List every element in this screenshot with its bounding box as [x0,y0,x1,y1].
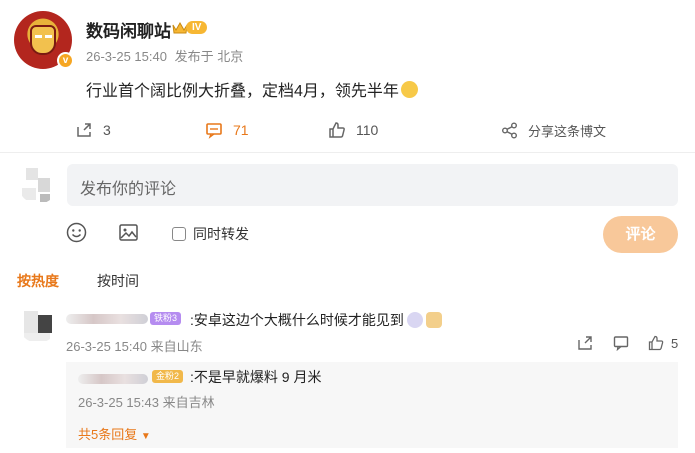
comment-like-icon[interactable] [648,335,664,351]
comment-placeholder: 发布你的评论 [80,181,177,198]
avatar-pixel [22,188,36,200]
repost-icon [77,123,91,137]
comment-timestamp: 26-3-25 15:40 [66,339,147,354]
avatar-pixel [38,315,52,333]
comment-body: :安卓这边个大概什么时候才能见到 [190,310,442,330]
fan-badge-label: 铁粉3 [154,313,178,323]
repost-button[interactable]: 3 [75,121,111,139]
tab-sort-time[interactable]: 按时间 [97,271,139,291]
more-replies-link[interactable]: 共5条回复 ▼ [78,424,151,443]
also-repost-label: 同时转发 [193,226,249,242]
dropdown-arrow-icon: ▼ [140,431,151,442]
replier-name[interactable] [78,374,148,384]
comment-button[interactable]: 71 [205,121,249,139]
also-repost-checkbox[interactable]: 同时转发 [172,224,249,244]
reply-text: :不是早就爆料 9 月米 [190,369,322,385]
fan-badge: 铁粉3 [150,312,182,325]
reply-location: 来自吉林 [162,395,215,410]
share-button[interactable]: 分享这条博文 [501,121,606,140]
submit-comment-button[interactable]: 评论 [603,216,678,253]
mask-eye [35,35,42,38]
commenter-avatar[interactable] [18,303,58,343]
verified-badge: v [57,52,74,69]
post-meta: 26-3-25 15:40 发布于 北京 [86,46,247,65]
post-content: 行业首个阔比例大折叠，定档4月，领先半年 [86,77,418,101]
sticker-dog-icon [425,312,442,328]
like-count: 110 [356,122,379,138]
section-divider [0,152,695,153]
share-label: 分享这条博文 [528,124,607,139]
vip-level: IV [186,21,208,34]
comment-location: 来自山东 [150,339,203,354]
thumbs-up-icon [329,122,345,138]
post-actions: 3 71 110 分享这条博文 [0,118,695,142]
emoji-picker-icon[interactable] [66,222,87,243]
smile-emoji-icon [400,81,418,98]
image-upload-icon[interactable] [118,222,139,243]
mask-eye [45,35,52,38]
avatar-pixel [38,178,50,192]
reply-badge-label: 金粉2 [156,371,180,381]
comment-repost-icon[interactable] [577,335,593,351]
comment-meta: 26-3-25 15:40 来自山东 [66,336,203,355]
fan-badge: 金粉2 [152,370,184,383]
comment-text: :安卓这边个大概什么时候才能见到 [190,312,404,328]
reply-timestamp: 26-3-25 15:43 [78,395,159,410]
comment-reply-icon[interactable] [613,335,629,351]
tab-sort-hot[interactable]: 按热度 [17,271,59,291]
checkbox-box[interactable] [172,227,186,241]
post-source: 发布于 北京 [174,49,244,64]
comment-like-count: 5 [671,336,679,351]
comment-count: 71 [233,122,249,138]
avatar-pixel [24,333,50,341]
sticker-face-icon [406,312,423,328]
comment-input[interactable]: 发布你的评论 [67,164,678,206]
comment-icon [206,123,222,139]
post-timestamp[interactable]: 26-3-25 15:40 [86,49,167,64]
reply-meta: 26-3-25 15:43 来自吉林 [78,392,215,411]
avatar-pixel [26,168,38,180]
vip-badge[interactable]: IV [172,19,208,36]
commenter-name[interactable] [66,314,148,324]
avatar-pixel [24,311,38,333]
post-card: v 数码闲聊站 IV 26-3-25 15:40 发布于 北京 行业首个阔比例大… [0,0,695,152]
user-avatar[interactable] [18,164,58,204]
ironman-mask-icon [30,25,56,55]
repost-count: 3 [103,122,111,138]
more-replies-label: 共5条回复 [78,427,138,442]
author-name[interactable]: 数码闲聊站 [86,17,171,42]
post-text: 行业首个阔比例大折叠，定档4月，领先半年 [86,83,399,100]
like-button[interactable]: 110 [328,121,378,139]
avatar-pixel [40,194,50,202]
share-icon [502,122,517,139]
